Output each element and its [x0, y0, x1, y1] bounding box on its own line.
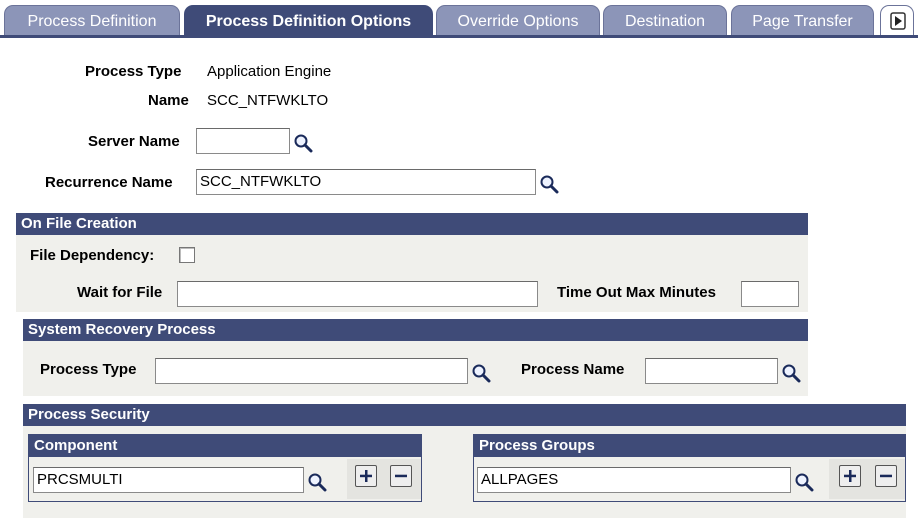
tab-label: Page Transfer [752, 13, 853, 30]
search-icon[interactable] [471, 363, 491, 383]
tab-process-definition[interactable]: Process Definition [4, 5, 180, 36]
timeout-max-minutes-input[interactable] [741, 281, 799, 307]
tab-underline [0, 35, 918, 38]
tab-page-transfer[interactable]: Page Transfer [731, 5, 874, 36]
process-type-value: Application Engine [207, 63, 332, 80]
server-name-label: Server Name [88, 133, 180, 150]
tab-override-options[interactable]: Override Options [436, 5, 600, 36]
file-dependency-label: File Dependency: [30, 247, 155, 264]
file-creation-header: On File Creation [16, 213, 808, 235]
tab-label: Override Options [457, 13, 579, 30]
minus-icon [395, 474, 407, 478]
component-grid-header: Component [29, 435, 421, 457]
search-icon[interactable] [293, 133, 313, 153]
server-name-input[interactable] [196, 128, 290, 154]
recovery-process-name-label: Process Name [521, 361, 625, 378]
plus-icon [360, 470, 372, 482]
delete-row-button[interactable] [875, 465, 897, 487]
tab-label: Process Definition [27, 13, 157, 30]
wait-for-file-input[interactable] [177, 281, 538, 307]
arrow-right-icon [890, 12, 906, 30]
process-type-label: Process Type [85, 63, 182, 80]
delete-row-button[interactable] [390, 465, 412, 487]
system-recovery-header: System Recovery Process [23, 319, 808, 341]
add-row-button[interactable] [839, 465, 861, 487]
process-security-header: Process Security [23, 404, 906, 426]
process-groups-grid-header: Process Groups [474, 435, 905, 457]
tab-scroll-right-button[interactable] [880, 5, 914, 36]
search-icon[interactable] [794, 472, 814, 492]
recovery-process-type-input[interactable] [155, 358, 468, 384]
tab-destination[interactable]: Destination [603, 5, 727, 36]
add-row-button[interactable] [355, 465, 377, 487]
recovery-process-type-label: Process Type [40, 361, 137, 378]
recurrence-name-label: Recurrence Name [45, 174, 173, 191]
recurrence-name-input[interactable]: SCC_NTFWKLTO [196, 169, 536, 195]
search-icon[interactable] [539, 174, 559, 194]
plus-icon [844, 470, 856, 482]
file-dependency-checkbox[interactable] [179, 247, 195, 263]
tab-label: Process Definition Options [205, 13, 412, 30]
tab-label: Destination [624, 13, 706, 30]
wait-for-file-label: Wait for File [77, 284, 163, 301]
tab-process-definition-options[interactable]: Process Definition Options [184, 5, 433, 36]
recovery-process-name-input[interactable] [645, 358, 778, 384]
name-value: SCC_NTFWKLTO [207, 92, 329, 109]
process-groups-input[interactable]: ALLPAGES [477, 467, 791, 493]
minus-icon [880, 474, 892, 478]
component-input[interactable]: PRCSMULTI [33, 467, 304, 493]
timeout-max-minutes-label: Time Out Max Minutes [557, 284, 716, 301]
search-icon[interactable] [781, 363, 801, 383]
name-label: Name [148, 92, 189, 109]
search-icon[interactable] [307, 472, 327, 492]
